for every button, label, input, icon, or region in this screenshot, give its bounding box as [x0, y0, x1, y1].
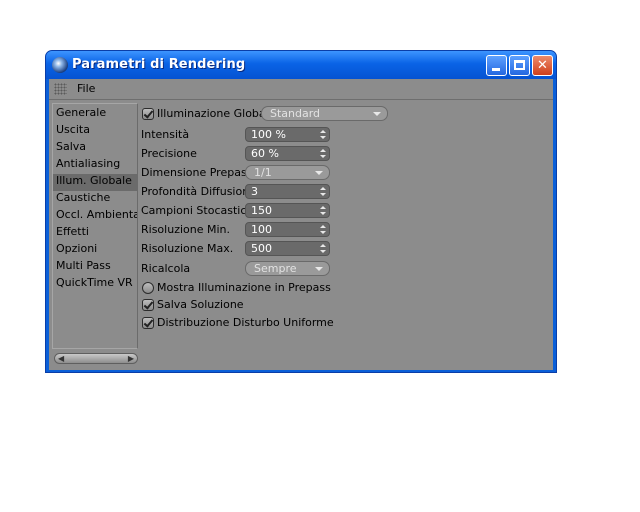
render-settings-window: Parametri di Rendering ✕ File Generale U…	[45, 50, 557, 373]
close-icon: ✕	[537, 58, 548, 73]
mostra-prepass-checkbox[interactable]	[142, 282, 154, 294]
spinner-arrows-icon[interactable]	[320, 225, 326, 234]
cinema4d-app-icon[interactable]	[52, 57, 68, 73]
gi-mode-value: Standard	[270, 107, 321, 120]
campioni-label: Campioni Stocastici	[141, 204, 250, 217]
ris-min-input[interactable]: 100	[245, 222, 330, 237]
spinner-arrows-icon[interactable]	[320, 187, 326, 196]
ricalcola-label: Ricalcola	[141, 262, 191, 275]
spinner-arrows-icon[interactable]	[320, 206, 326, 215]
dim-prepass-dropdown[interactable]: 1/1	[245, 165, 330, 180]
minimize-icon	[492, 68, 500, 71]
sidebar-item-occl-ambientale[interactable]: Occl. Ambientale	[53, 208, 137, 225]
grip-icon[interactable]	[54, 83, 67, 95]
global-illumination-panel: Illuminazione Globale Standard Intensità…	[139, 103, 551, 365]
chevron-down-icon	[315, 171, 323, 175]
gi-enable-checkbox[interactable]	[142, 108, 154, 120]
spinner-arrows-icon[interactable]	[320, 244, 326, 253]
prof-diffusione-input[interactable]: 3	[245, 184, 330, 199]
spinner-arrows-icon[interactable]	[320, 149, 326, 158]
gi-mode-dropdown[interactable]: Standard	[261, 106, 388, 121]
menu-bar: File	[49, 79, 553, 100]
ris-min-value: 100	[251, 223, 272, 236]
precisione-value: 60 %	[251, 147, 279, 160]
campioni-value: 150	[251, 204, 272, 217]
maximize-button[interactable]	[509, 55, 530, 76]
close-button[interactable]: ✕	[532, 55, 553, 76]
ricalcola-dropdown[interactable]: Sempre	[245, 261, 330, 276]
spinner-arrows-icon[interactable]	[320, 130, 326, 139]
ris-max-value: 500	[251, 242, 272, 255]
precisione-label: Precisione	[141, 147, 197, 160]
ris-max-input[interactable]: 500	[245, 241, 330, 256]
prof-diffusione-label: Profondità Diffusione	[141, 185, 256, 198]
sidebar-item-effetti[interactable]: Effetti	[53, 225, 137, 242]
prof-diffusione-value: 3	[251, 185, 258, 198]
salva-soluzione-label: Salva Soluzione	[157, 298, 244, 311]
intensita-input[interactable]: 100 %	[245, 127, 330, 142]
sidebar-item-opzioni[interactable]: Opzioni	[53, 242, 137, 259]
sidebar-item-generale[interactable]: Generale	[53, 106, 137, 123]
ris-min-label: Risoluzione Min.	[141, 223, 230, 236]
intensita-value: 100 %	[251, 128, 286, 141]
intensita-label: Intensità	[141, 128, 190, 141]
chevron-down-icon	[373, 112, 381, 116]
campioni-input[interactable]: 150	[245, 203, 330, 218]
dim-prepass-label: Dimensione Prepass	[141, 166, 253, 179]
sidebar-item-salva[interactable]: Salva	[53, 140, 137, 157]
scroll-right-icon[interactable]: ▶	[128, 355, 134, 363]
gi-enable-label: Illuminazione Globale	[157, 107, 276, 120]
window-title: Parametri di Rendering	[72, 57, 246, 72]
sidebar-item-multi-pass[interactable]: Multi Pass	[53, 259, 137, 276]
sidebar-item-illum-globale[interactable]: Illum. Globale	[53, 174, 137, 191]
sidebar-item-antialiasing[interactable]: Antialiasing	[53, 157, 137, 174]
sidebar-item-caustiche[interactable]: Caustiche	[53, 191, 137, 208]
title-bar[interactable]: Parametri di Rendering ✕	[46, 51, 556, 79]
sidebar-horizontal-scrollbar[interactable]: ◀ ▶	[54, 353, 138, 364]
ris-max-label: Risoluzione Max.	[141, 242, 234, 255]
ricalcola-value: Sempre	[254, 262, 297, 275]
dim-prepass-value: 1/1	[254, 166, 272, 179]
maximize-icon	[514, 60, 525, 70]
distribuzione-label: Distribuzione Disturbo Uniforme	[157, 316, 334, 329]
salva-soluzione-checkbox[interactable]	[142, 299, 154, 311]
precisione-input[interactable]: 60 %	[245, 146, 330, 161]
settings-category-list: Generale Uscita Salva Antialiasing Illum…	[52, 103, 138, 349]
chevron-down-icon	[315, 267, 323, 271]
menu-file[interactable]: File	[77, 82, 95, 95]
sidebar-item-uscita[interactable]: Uscita	[53, 123, 137, 140]
scroll-left-icon[interactable]: ◀	[58, 355, 64, 363]
minimize-button[interactable]	[486, 55, 507, 76]
content-area: Generale Uscita Salva Antialiasing Illum…	[49, 100, 553, 370]
sidebar-item-quicktime-vr[interactable]: QuickTime VR	[53, 276, 137, 293]
mostra-prepass-label: Mostra Illuminazione in Prepass	[157, 281, 331, 294]
distribuzione-checkbox[interactable]	[142, 317, 154, 329]
